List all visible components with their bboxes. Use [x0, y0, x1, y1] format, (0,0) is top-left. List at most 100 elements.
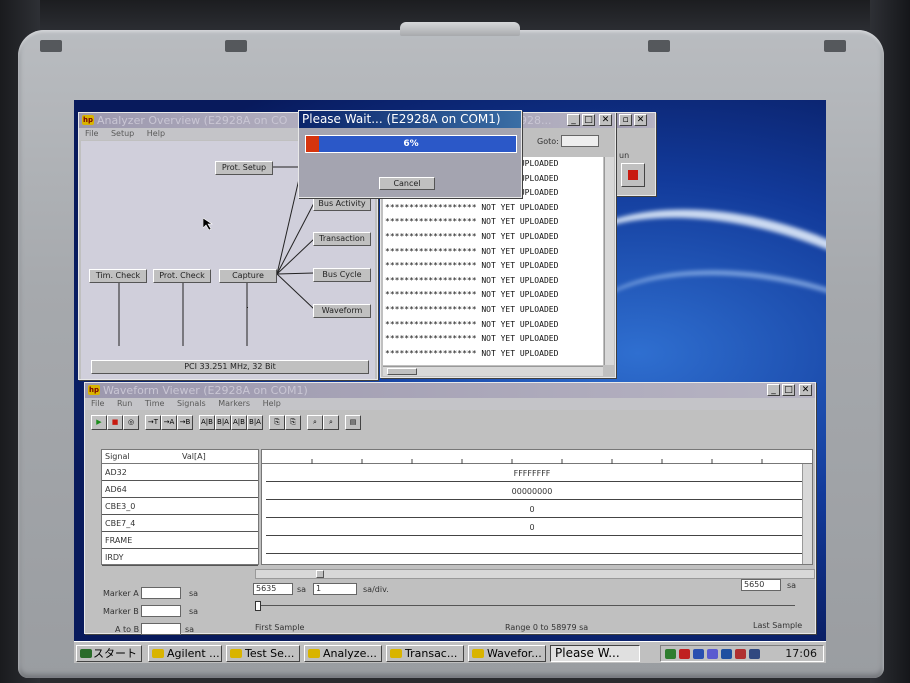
- goto-marker-b-button[interactable]: →B: [177, 415, 193, 430]
- wave-horizontal-scrollbar[interactable]: [255, 569, 815, 579]
- menu-file[interactable]: File: [91, 399, 104, 408]
- signal-row[interactable]: IRDY: [102, 549, 258, 566]
- value-column-header: Val[A]: [182, 452, 206, 461]
- zoom-in-button[interactable]: ⌕: [307, 415, 323, 430]
- pci-status-bar: PCI 33.251 MHz, 32 Bit: [91, 360, 369, 374]
- menu-run[interactable]: Run: [117, 399, 132, 408]
- app-logo-icon: hp: [88, 385, 100, 395]
- language-icon[interactable]: [721, 649, 732, 659]
- menu-setup[interactable]: Setup: [111, 129, 134, 138]
- taskbar-item[interactable]: Transac...: [386, 645, 464, 662]
- copy-button[interactable]: ⎘: [269, 415, 285, 430]
- minimize-button[interactable]: _: [567, 114, 580, 126]
- marker-a-input[interactable]: [141, 587, 181, 599]
- taskbar-item-active[interactable]: Please W...: [550, 645, 640, 662]
- menu-signals[interactable]: Signals: [177, 399, 206, 408]
- bus-cycle-button[interactable]: Bus Cycle: [313, 268, 371, 282]
- prot-check-button[interactable]: Prot. Check: [153, 269, 211, 283]
- print-button[interactable]: ▤: [345, 415, 361, 430]
- run-window-titlebar[interactable]: ▫ ✕: [617, 113, 655, 128]
- wave-row-ad32: FFFFFFFF: [262, 465, 802, 482]
- cancel-button[interactable]: Cancel: [379, 177, 435, 190]
- bus-activity-button[interactable]: Bus Activity: [313, 197, 371, 211]
- taskbar-item[interactable]: Agilent ...: [148, 645, 222, 662]
- input-method-icon[interactable]: [707, 649, 718, 659]
- taskbar-item-label: Transac...: [405, 647, 458, 660]
- antivirus-icon[interactable]: [679, 649, 690, 659]
- zoom-select[interactable]: 1: [313, 583, 357, 595]
- wave-row-cbe3-0: 0: [262, 501, 802, 518]
- goto-trigger-button[interactable]: →T: [145, 415, 161, 430]
- zoom-out-button[interactable]: ⌕: [323, 415, 339, 430]
- waveform-button[interactable]: Waveform: [313, 304, 371, 318]
- please-wait-dialog[interactable]: Please Wait... (E2928A on COM1) 6% Cance…: [298, 110, 522, 198]
- transaction-button[interactable]: Transaction: [313, 232, 371, 246]
- a-to-b-value: [141, 623, 181, 635]
- signal-row[interactable]: CBE7_4: [102, 515, 258, 532]
- please-wait-titlebar[interactable]: Please Wait... (E2928A on COM1): [299, 111, 521, 128]
- close-button[interactable]: ✕: [799, 384, 812, 396]
- waveform-display[interactable]: FFFFFFFF 00000000 0 0: [261, 449, 813, 565]
- waveform-viewer-window[interactable]: hp Waveform Viewer (E2928A on COM1) _ □ …: [84, 382, 816, 635]
- wave-vertical-scrollbar[interactable]: [802, 464, 812, 564]
- paste-button[interactable]: ⎘: [285, 415, 301, 430]
- volume-icon[interactable]: [749, 649, 760, 659]
- marker-tool-button[interactable]: A|B: [199, 415, 215, 430]
- marker-b-input[interactable]: [141, 605, 181, 617]
- run-button[interactable]: ▶: [91, 415, 107, 430]
- unit-label: sa: [185, 625, 195, 634]
- scroll-thumb[interactable]: [387, 368, 417, 375]
- marker-tool-button[interactable]: B|A: [215, 415, 231, 430]
- scroll-thumb[interactable]: [316, 570, 324, 578]
- menu-markers[interactable]: Markers: [218, 399, 250, 408]
- security-icon[interactable]: [735, 649, 746, 659]
- stop-button[interactable]: ■: [107, 415, 123, 430]
- list-item: ******************* NOT YET UPLOADED: [385, 290, 559, 300]
- bus-value: 0: [529, 523, 535, 532]
- list-vertical-scrollbar[interactable]: [604, 157, 614, 365]
- sample-slider-handle[interactable]: [255, 601, 261, 611]
- taskbar-item[interactable]: Wavefor...: [468, 645, 546, 662]
- minimize-button[interactable]: _: [767, 384, 780, 396]
- signal-row[interactable]: CBE3_0: [102, 498, 258, 515]
- goto-input[interactable]: [561, 135, 599, 147]
- marker-tool-button[interactable]: A|B: [231, 415, 247, 430]
- signal-row[interactable]: AD32: [102, 464, 258, 481]
- start-button[interactable]: スタート: [76, 645, 142, 662]
- marker-tool-button[interactable]: B|A: [247, 415, 263, 430]
- tim-check-button[interactable]: Tim. Check: [89, 269, 147, 283]
- zoom-unit-label: sa/div.: [363, 585, 389, 594]
- maximize-button[interactable]: □: [782, 384, 795, 396]
- run-window[interactable]: ▫ ✕ un: [616, 112, 656, 196]
- bus-line: [266, 553, 802, 554]
- goto-marker-a-button[interactable]: →A: [161, 415, 177, 430]
- start-sample-input[interactable]: 5635: [253, 583, 293, 595]
- waveform-viewer-titlebar[interactable]: hp Waveform Viewer (E2928A on COM1) _ □ …: [85, 383, 815, 398]
- list-item: ******************* NOT YET UPLOADED: [385, 217, 559, 227]
- network-icon[interactable]: [665, 649, 676, 659]
- capture-button[interactable]: Capture: [219, 269, 277, 283]
- signal-list[interactable]: Signal Val[A] AD32 AD64 CBE3_0 CBE7_4 FR…: [101, 449, 259, 566]
- menu-help[interactable]: Help: [263, 399, 281, 408]
- menu-help[interactable]: Help: [147, 129, 165, 138]
- app-logo-icon: [390, 649, 402, 658]
- sample-slider-track[interactable]: [255, 605, 795, 606]
- display-icon[interactable]: [693, 649, 704, 659]
- menu-time[interactable]: Time: [145, 399, 165, 408]
- ruler-ticks: [311, 459, 763, 464]
- taskbar-item[interactable]: Analyze...: [304, 645, 382, 662]
- close-button[interactable]: ✕: [634, 114, 647, 126]
- restore-button[interactable]: ▫: [619, 114, 632, 126]
- list-horizontal-scrollbar[interactable]: [383, 366, 603, 376]
- signal-row[interactable]: FRAME: [102, 532, 258, 549]
- maximize-button[interactable]: □: [582, 114, 595, 126]
- end-sample-input[interactable]: 5650: [741, 579, 781, 591]
- refresh-button[interactable]: ◎: [123, 415, 139, 430]
- stop-button[interactable]: [621, 163, 645, 187]
- signal-row[interactable]: AD64: [102, 481, 258, 498]
- prot-setup-button[interactable]: Prot. Setup: [215, 161, 273, 175]
- list-item: ******************* NOT YET UPLOADED: [385, 304, 559, 314]
- taskbar-item[interactable]: Test Se...: [226, 645, 300, 662]
- menu-file[interactable]: File: [85, 129, 98, 138]
- close-button[interactable]: ✕: [599, 114, 612, 126]
